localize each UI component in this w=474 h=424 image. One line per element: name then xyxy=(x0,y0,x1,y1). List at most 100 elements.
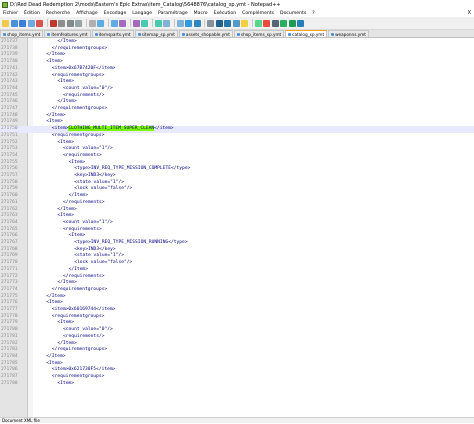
code-line[interactable]: 271770 <lock value="false"/> xyxy=(0,260,474,267)
line-number: 271784 xyxy=(1,353,18,359)
folder-icon[interactable] xyxy=(241,19,248,27)
code-line[interactable]: 271755 <Item> xyxy=(0,160,474,167)
menu-item[interactable]: Recherche xyxy=(43,11,73,16)
tab-0[interactable]: shop_items.ymt xyxy=(0,30,44,37)
tab-2[interactable]: itemsparts.ymt xyxy=(91,30,134,37)
code-line[interactable]: 271774 </requirementgroups> xyxy=(0,287,474,294)
menu-item[interactable]: Affichage xyxy=(73,11,101,16)
code-line[interactable]: 271748 </Item> xyxy=(0,113,474,120)
menu-item[interactable]: Fichier xyxy=(0,11,21,16)
editor-pane[interactable]: 271737 </Item> 271738 </requirementgroups> 2… xyxy=(0,38,474,417)
code-line[interactable]: 271751 <requirementgroups> xyxy=(0,133,474,140)
code-line[interactable]: 271738 </requirementgroups> xyxy=(0,46,474,53)
menu-item[interactable]: Langage xyxy=(129,11,155,16)
paste-icon[interactable] xyxy=(88,19,96,27)
print-icon[interactable] xyxy=(58,19,65,27)
tab-7[interactable]: weaponns.ymt xyxy=(328,30,369,37)
save-icon[interactable] xyxy=(19,19,26,27)
code-line[interactable]: 271788 <Item> xyxy=(0,381,474,388)
code-line[interactable]: 271777 <item>0x60169744</item> xyxy=(0,307,474,314)
code-line[interactable]: 271781 <requirements/> xyxy=(0,334,474,341)
line-number: 271780 xyxy=(1,327,18,333)
tab-6[interactable]: catalog_sp.ymt xyxy=(285,30,328,37)
code-segment: <Item> xyxy=(46,300,63,306)
code-line[interactable]: 271771 </Item> xyxy=(0,267,474,274)
save-all-icon[interactable] xyxy=(27,19,35,27)
code-line[interactable]: 271767 <type>INV_REQ_TYPE_MISSION_RUNNING… xyxy=(0,240,474,247)
code-line[interactable]: 271750 <item>CLOTHING_MULTI_ITEM_SUPER_CL… xyxy=(0,126,474,133)
wrap-icon[interactable] xyxy=(185,19,192,27)
tab-1[interactable]: itemfeatures.ymt xyxy=(44,30,91,37)
code-line[interactable]: 271773 </Item> xyxy=(0,280,474,287)
undo-icon[interactable] xyxy=(97,19,104,27)
code-line[interactable]: 271757 <key>IND3</key> xyxy=(0,173,474,180)
sync-h-icon[interactable] xyxy=(176,19,184,27)
cut-icon[interactable] xyxy=(66,19,74,27)
save-macro-icon[interactable] xyxy=(297,19,304,27)
code-line[interactable]: 271766 <Item> xyxy=(0,233,474,240)
code-line[interactable]: 271763 <Item> xyxy=(0,213,474,220)
menu-item[interactable]: ? xyxy=(309,11,317,16)
indent-guide-icon[interactable] xyxy=(207,19,214,27)
line-number: 271741 xyxy=(1,65,18,71)
tab-4[interactable]: assets_shopable.ymt xyxy=(178,30,233,37)
code-line[interactable]: 271743 <Item> xyxy=(0,79,474,86)
replace-icon[interactable] xyxy=(132,19,140,27)
code-line[interactable]: 271764 <count value="1"/> xyxy=(0,220,474,227)
doc-map-icon[interactable] xyxy=(224,19,231,27)
all-chars-icon[interactable] xyxy=(193,19,201,27)
code-line[interactable]: 271747 </requirementgroups> xyxy=(0,106,474,113)
code-line[interactable]: 271753 <count value="1"/> xyxy=(0,146,474,153)
open-icon[interactable] xyxy=(10,19,18,27)
code-line[interactable]: 271761 </requirements> xyxy=(0,200,474,207)
code-line[interactable]: 271756 <type>INV_REQ_TYPE_MISSION_COMPLET… xyxy=(0,166,474,173)
code-line[interactable]: 271744 <count value="0"/> xyxy=(0,86,474,93)
sync-v-icon[interactable] xyxy=(163,19,170,27)
code-line[interactable]: 271783 </requirementgroups> xyxy=(0,347,474,354)
code-line[interactable]: 271741 <item>0x67B7420F</item> xyxy=(0,66,474,73)
copy-icon[interactable] xyxy=(75,19,82,27)
close-icon[interactable] xyxy=(36,19,43,27)
close-all-icon[interactable] xyxy=(49,19,57,27)
redo-icon[interactable] xyxy=(110,19,118,27)
code-line[interactable]: 271746 </Item> xyxy=(0,99,474,106)
find-icon[interactable] xyxy=(119,19,126,27)
stop-icon[interactable] xyxy=(271,19,279,27)
zoom-out-icon[interactable] xyxy=(154,19,162,27)
func-list-icon[interactable] xyxy=(232,19,240,27)
menu-item[interactable]: Documents xyxy=(277,11,309,16)
play-icon[interactable] xyxy=(280,19,287,27)
new-icon[interactable] xyxy=(2,19,9,27)
tab-5[interactable]: shop_items_sp.ymt xyxy=(233,30,285,37)
code-line[interactable]: 271740 <Item> xyxy=(0,59,474,66)
code-text: <lock value="false"/> xyxy=(74,260,132,267)
close-document-button[interactable]: X xyxy=(468,10,474,16)
menu-item[interactable]: Encodage xyxy=(101,11,130,16)
tab-3[interactable]: sitemap_sp.ymt xyxy=(134,30,178,37)
code-line[interactable]: 271787 <requirementgroups> xyxy=(0,374,474,381)
monitor-icon[interactable] xyxy=(254,19,262,27)
code-line[interactable]: 271754 <requirements> xyxy=(0,153,474,160)
record-icon[interactable] xyxy=(263,19,270,27)
code-line[interactable]: 271776 <Item> xyxy=(0,300,474,307)
code-line[interactable]: 271780 <count value="0"/> xyxy=(0,327,474,334)
play-multi-icon[interactable] xyxy=(288,19,296,27)
code-line[interactable]: 271775 </Item> xyxy=(0,294,474,301)
code-line[interactable]: 271758 <state value="1"/> xyxy=(0,180,474,187)
code-line[interactable]: 271739 </Item> xyxy=(0,52,474,59)
code-line[interactable]: 271784 </Item> xyxy=(0,354,474,361)
code-line[interactable]: 271768 <key>IND3</key> xyxy=(0,247,474,254)
code-line[interactable]: 271760 </Item> xyxy=(0,193,474,200)
code-segment: </Item> xyxy=(68,193,88,199)
code-line[interactable]: 271737 </Item> xyxy=(0,39,474,46)
menu-item[interactable]: Paramétrage xyxy=(155,11,191,16)
menu-item[interactable]: Macro xyxy=(191,11,211,16)
menu-item[interactable]: Exécution xyxy=(211,11,240,16)
menu-item[interactable]: Édition xyxy=(21,11,43,16)
code-line[interactable]: 271786 <item>0x621738F5</item> xyxy=(0,367,474,374)
lang-icon[interactable] xyxy=(215,19,223,27)
menu-item[interactable]: Compléments xyxy=(239,11,277,16)
code-line[interactable]: 271769 <state value="1"/> xyxy=(0,253,474,260)
line-number: 271771 xyxy=(1,266,18,272)
zoom-in-icon[interactable] xyxy=(141,19,148,27)
